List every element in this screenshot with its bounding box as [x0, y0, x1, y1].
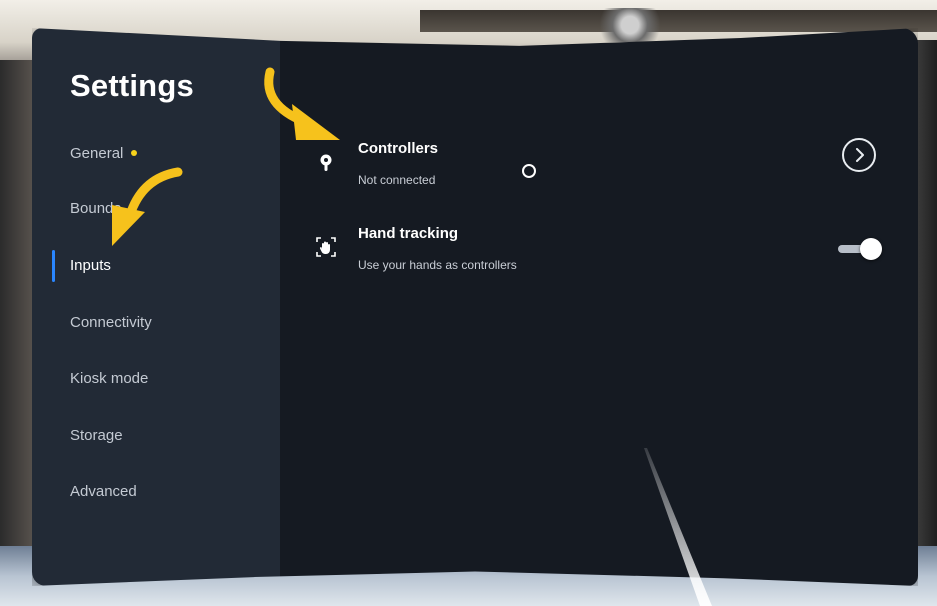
sidebar-item-storage[interactable]: Storage: [70, 422, 260, 450]
settings-content: [280, 28, 918, 586]
sidebar-item-boundary[interactable]: Bounda: [70, 195, 260, 223]
sidebar-item-advanced[interactable]: Advanced: [70, 478, 260, 506]
controllers-status: Not connected: [358, 173, 436, 187]
settings-sidebar: Settings General Bounda Inputs Connectiv…: [32, 28, 280, 586]
sidebar-item-connectivity[interactable]: Connectivity: [70, 309, 260, 337]
chevron-right-icon: [856, 148, 864, 162]
hand-tracking-title: Hand tracking: [358, 225, 459, 242]
active-nav-indicator: [52, 250, 55, 282]
environment-beam: [420, 10, 937, 32]
controllers-title: Controllers: [358, 140, 439, 157]
hand-tracking-toggle[interactable]: [838, 238, 882, 260]
hand-tracking-description: Use your hands as controllers: [358, 258, 517, 272]
sidebar-item-label: Advanced: [70, 483, 137, 500]
toggle-thumb: [860, 238, 882, 260]
page-title: Settings: [70, 68, 194, 103]
controller-icon: [320, 154, 332, 171]
sidebar-item-label: General: [70, 145, 124, 162]
settings-panel: Settings General Bounda Inputs Connectiv…: [32, 28, 918, 586]
sidebar-item-label: Kiosk mode: [70, 370, 149, 387]
sidebar-item-label: Bounda: [70, 200, 122, 217]
notification-dot-icon: [131, 150, 138, 157]
sidebar-item-kiosk-mode[interactable]: Kiosk mode: [70, 365, 260, 393]
sidebar-item-label: Inputs: [70, 257, 111, 274]
environment-wall-left: [0, 60, 36, 560]
sidebar-item-label: Connectivity: [70, 314, 152, 331]
sidebar-item-inputs[interactable]: Inputs: [70, 252, 260, 280]
controllers-open-button[interactable]: [842, 138, 876, 172]
pointer-cursor-icon: [522, 164, 536, 178]
environment-wall-right: [917, 40, 937, 580]
sidebar-item-general[interactable]: General: [70, 140, 260, 168]
sidebar-item-label: Storage: [70, 427, 123, 444]
environment-light-fixture: [590, 8, 670, 42]
hand-tracking-icon: [316, 237, 336, 257]
